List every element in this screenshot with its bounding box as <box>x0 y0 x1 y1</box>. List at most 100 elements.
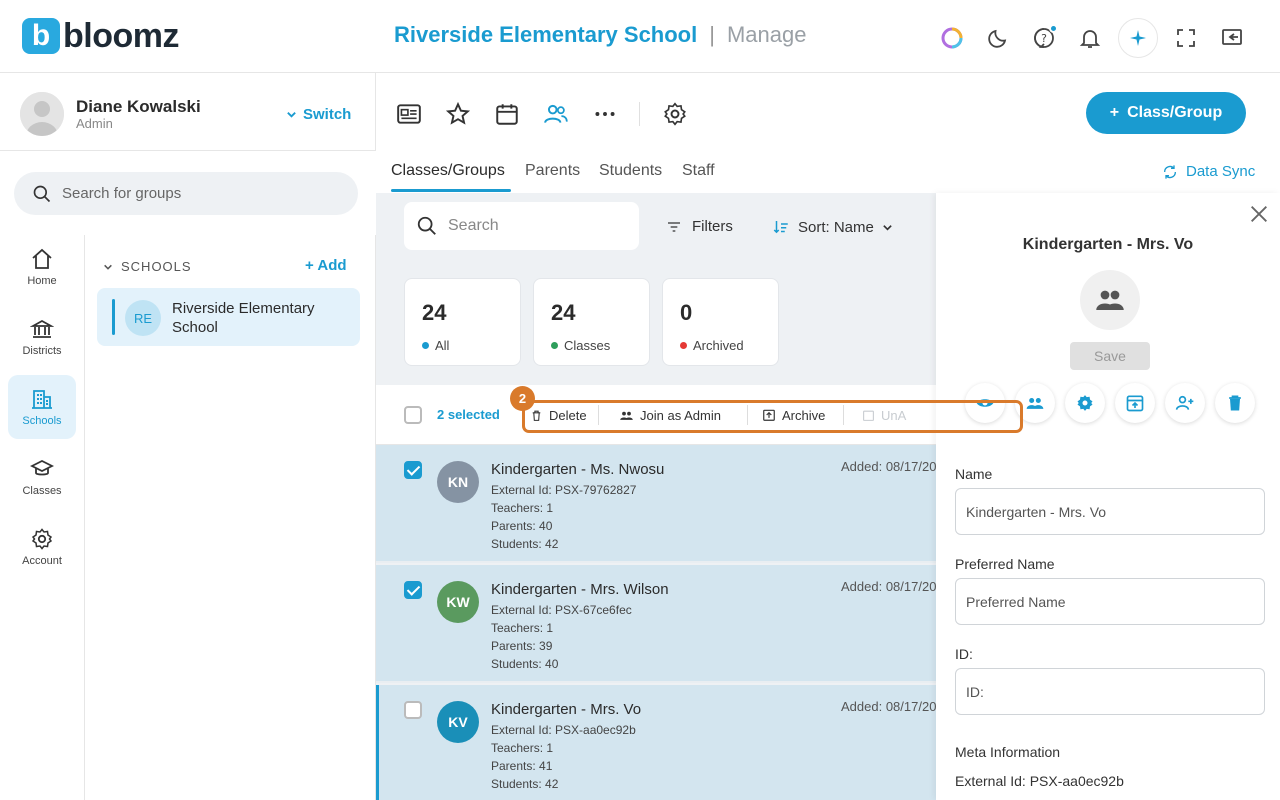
sync-icon <box>1163 164 1177 179</box>
nav-classes[interactable]: Classes <box>8 445 76 509</box>
bell-icon[interactable] <box>1072 20 1108 56</box>
class-parents: Parents: 39 <box>491 639 553 653</box>
trash-icon <box>1229 395 1241 411</box>
stat-count: 24 <box>551 300 576 325</box>
moon-icon[interactable] <box>980 20 1016 56</box>
add-person-icon <box>1175 395 1194 410</box>
fullscreen-icon[interactable] <box>1168 20 1204 56</box>
collapse-panel-icon[interactable] <box>1214 20 1250 56</box>
tab-classes-groups[interactable]: Classes/Groups <box>391 162 505 180</box>
bloomz-logo[interactable]: b bloomz <box>22 17 179 55</box>
sparkle-icon[interactable] <box>1118 18 1158 58</box>
table-row[interactable]: KV Kindergarten - Mrs. Vo External Id: P… <box>376 685 936 800</box>
home-icon <box>32 248 52 269</box>
id-field[interactable]: ID: <box>955 668 1265 715</box>
color-ring-icon[interactable] <box>934 20 970 56</box>
more-icon[interactable] <box>590 99 619 128</box>
gear-icon <box>31 528 53 550</box>
stat-card-classes[interactable]: 24 Classes <box>533 278 650 366</box>
class-teachers: Teachers: 1 <box>491 621 554 635</box>
stat-label: All <box>422 338 449 353</box>
tab-students[interactable]: Students <box>599 162 662 180</box>
table-row[interactable]: KN Kindergarten - Ms. Nwosu External Id:… <box>376 445 936 563</box>
data-sync-button[interactable]: Data Sync <box>1162 163 1255 180</box>
status-dot <box>551 342 558 349</box>
stat-label: Archived <box>680 338 744 353</box>
plus-icon: + <box>1109 104 1120 121</box>
class-title: Kindergarten - Mrs. Vo <box>491 701 642 718</box>
group-photo[interactable] <box>1080 270 1140 330</box>
classes-icon <box>30 459 54 476</box>
class-external-id: External Id: PSX-aa0ec92b <box>491 723 636 737</box>
archive-icon <box>1126 395 1144 412</box>
user-name: Diane Kowalski <box>76 97 201 116</box>
stat-card-all[interactable]: 24 All <box>404 278 521 366</box>
select-all-checkbox[interactable] <box>404 406 422 424</box>
row-checkbox[interactable] <box>404 461 422 479</box>
step-badge: 2 <box>510 386 535 411</box>
row-checkbox[interactable] <box>404 701 422 719</box>
meta-external-id: External Id: PSX-aa0ec92b <box>955 773 1124 789</box>
class-parents: Parents: 41 <box>491 759 553 773</box>
class-students: Students: 42 <box>491 537 559 551</box>
id-label: ID: <box>955 646 973 662</box>
class-added-date: Added: 08/17/20 <box>841 699 936 714</box>
class-teachers: Teachers: 1 <box>491 741 554 755</box>
table-row[interactable]: KW Kindergarten - Mrs. Wilson External I… <box>376 565 936 683</box>
add-member-button[interactable] <box>1165 383 1205 423</box>
row-checkbox[interactable] <box>404 581 422 599</box>
sort-dropdown[interactable]: Sort: Name <box>772 218 893 236</box>
selected-count: 2 selected <box>437 407 500 422</box>
class-avatar: KV <box>437 701 479 743</box>
filters-button[interactable]: Filters <box>666 218 733 235</box>
star-icon[interactable] <box>443 99 472 128</box>
view-switcher <box>394 99 689 128</box>
add-school-button[interactable]: + Add <box>305 257 347 274</box>
switch-button[interactable]: Switch <box>286 106 351 123</box>
filter-icon <box>668 221 680 232</box>
stat-label-text: Archived <box>693 338 744 353</box>
class-parents: Parents: 40 <box>491 519 553 533</box>
tab-parents[interactable]: Parents <box>525 162 580 180</box>
nav-account[interactable]: Account <box>8 515 76 579</box>
name-field[interactable]: Kindergarten - Mrs. Vo <box>955 488 1265 535</box>
stat-card-archived[interactable]: 0 Archived <box>662 278 779 366</box>
search-icon <box>417 216 436 235</box>
class-students: Students: 40 <box>491 657 559 671</box>
close-icon[interactable] <box>1248 203 1270 225</box>
status-dot <box>422 342 429 349</box>
school-list-item[interactable]: RE Riverside Elementary School <box>97 288 360 346</box>
nav-account-label: Account <box>22 555 62 567</box>
nav-districts[interactable]: Districts <box>8 305 76 369</box>
add-class-group-button[interactable]: + Class/Group <box>1086 92 1246 134</box>
stat-count: 0 <box>680 300 693 325</box>
selected-indicator <box>112 299 115 335</box>
settings-button[interactable] <box>1065 383 1105 423</box>
school-name: Riverside Elementary School <box>394 22 698 47</box>
group-search-placeholder: Search for groups <box>62 185 182 202</box>
avatar[interactable] <box>20 92 64 136</box>
archive-class-button[interactable] <box>1115 383 1155 423</box>
class-search-input[interactable]: Search <box>404 202 639 250</box>
preferred-name-field[interactable]: Preferred Name <box>955 578 1265 625</box>
nav-schools[interactable]: Schools <box>8 375 76 439</box>
search-icon <box>33 185 51 202</box>
class-students: Students: 42 <box>491 777 559 791</box>
sort-label: Sort: Name <box>798 218 874 236</box>
tab-staff[interactable]: Staff <box>682 162 715 180</box>
save-button[interactable]: Save <box>1070 342 1150 370</box>
settings-gear-icon[interactable] <box>660 99 689 128</box>
delete-class-button[interactable] <box>1215 383 1255 423</box>
nav-home[interactable]: Home <box>8 235 76 299</box>
newsfeed-icon[interactable] <box>394 99 423 128</box>
left-navigation: Home Districts Schools Classes Account <box>0 235 85 800</box>
people-icon[interactable] <box>541 99 570 128</box>
plus-icon: + <box>305 257 318 274</box>
group-search-input[interactable]: Search for groups <box>14 172 358 215</box>
chevron-down-icon <box>883 224 892 231</box>
schools-section-header[interactable]: SCHOOLS <box>103 259 192 274</box>
help-icon[interactable]: ? <box>1026 20 1062 56</box>
calendar-icon[interactable] <box>492 99 521 128</box>
status-dot <box>680 342 687 349</box>
tab-bar: Classes/Groups Parents Students Staff Da… <box>376 153 1280 193</box>
